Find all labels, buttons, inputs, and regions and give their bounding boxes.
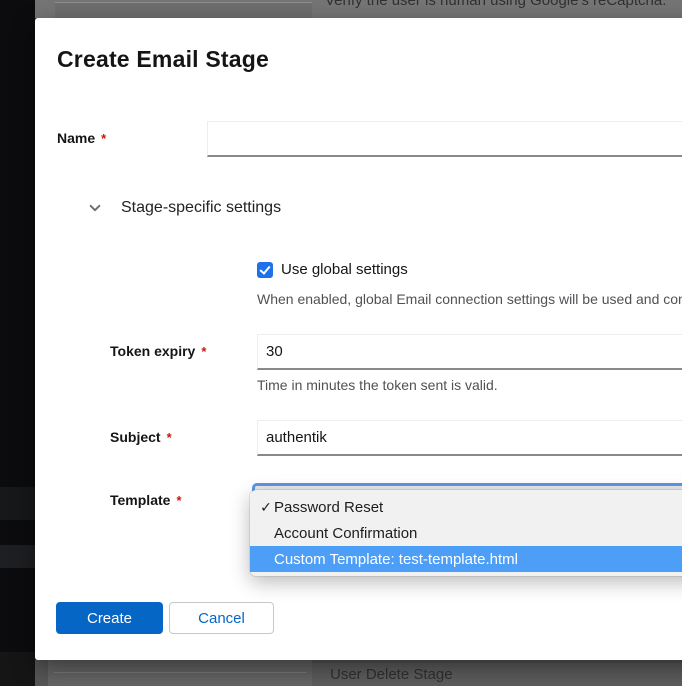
subject-row: Subject * [110,420,682,456]
template-option-account-confirmation[interactable]: Account Confirmation [250,520,682,546]
stage-settings-section-body: Use global settings When enabled, global… [57,217,682,519]
dimmed-background-top: Verify the user is human using Google's … [35,0,682,18]
modal-footer: Create Cancel [56,602,274,634]
use-global-settings-row: Use global settings [257,261,682,278]
screen: Verify the user is human using Google's … [0,0,682,686]
template-label: Template [110,492,170,508]
sidebar-item [0,487,35,520]
token-expiry-input[interactable] [257,334,682,370]
name-input[interactable] [207,121,682,157]
template-option-custom-template[interactable]: Custom Template: test-template.html [250,546,682,572]
token-expiry-row: Token expiry * [110,334,682,370]
required-asterisk: * [101,131,106,146]
dimmed-background-bottom: User Delete Stage [35,660,682,686]
use-global-settings-label: Use global settings [281,261,408,278]
subject-label-wrap: Subject * [110,429,257,447]
app-sidebar [0,0,35,686]
name-label-wrap: Name * [57,130,207,148]
template-label-wrap: Template * [110,492,257,510]
modal-title: Create Email Stage [57,46,682,73]
stage-settings-section-toggle[interactable]: Stage-specific settings [88,199,682,217]
email-stage-form: Name * Stage-specific settings [57,121,682,519]
required-asterisk: * [176,493,181,508]
background-recaptcha-text: Verify the user is human using Google's … [325,0,666,9]
token-expiry-label-wrap: Token expiry * [110,343,257,361]
use-global-settings-checkbox[interactable] [257,262,273,278]
background-card [48,660,312,686]
template-option-password-reset[interactable]: ✓ Password Reset [250,494,682,520]
stage-settings-section-title: Stage-specific settings [121,199,281,217]
sidebar-item [0,652,35,686]
token-expiry-help: Time in minutes the token sent is valid. [257,377,682,393]
template-option-label: Custom Template: test-template.html [274,551,518,568]
token-expiry-label: Token expiry [110,343,195,359]
subject-label: Subject [110,429,161,445]
create-email-stage-modal: Create Email Stage Name * Stage-specific … [35,18,682,660]
required-asterisk: * [201,344,206,359]
template-option-label: Password Reset [274,499,383,516]
background-card [55,2,312,18]
background-user-delete-stage-text: User Delete Stage [330,666,453,683]
create-button[interactable]: Create [56,602,163,634]
template-dropdown-menu: ✓ Password Reset Account Confirmation Cu… [250,490,682,576]
template-option-label: Account Confirmation [274,525,417,542]
subject-input[interactable] [257,420,682,456]
chevron-down-icon [88,201,102,215]
cancel-button[interactable]: Cancel [169,602,274,634]
name-row: Name * [57,121,682,157]
required-asterisk: * [167,430,172,445]
check-icon: ✓ [258,499,274,516]
name-label: Name [57,130,95,146]
use-global-settings-help: When enabled, global Email connection se… [257,291,682,307]
sidebar-item [0,545,35,568]
